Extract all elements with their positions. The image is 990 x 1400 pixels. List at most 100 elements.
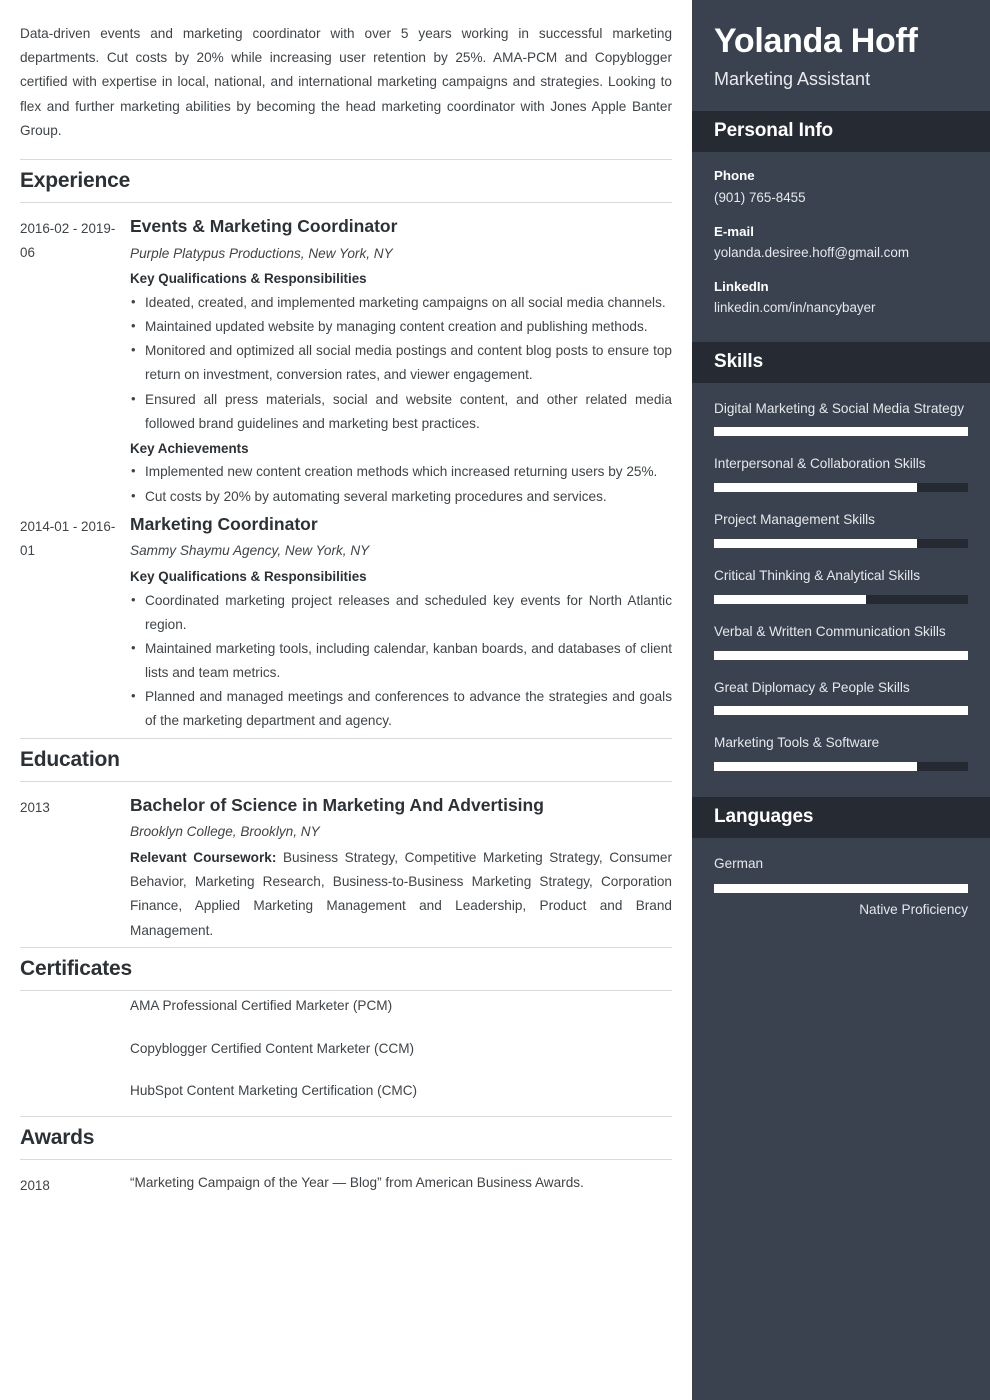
education-entry-date: 2013 (20, 799, 50, 815)
language-bar-fill (714, 883, 968, 893)
skill-bar-fill (714, 762, 918, 772)
qualifications-list: Coordinated marketing project releases a… (130, 588, 672, 734)
experience-entry-date: 2014-01 - 2016-01 (20, 518, 116, 559)
school-name: Brooklyn College, Brooklyn, NY (130, 824, 320, 840)
sidebar-section-header-skills: Skills (692, 341, 990, 383)
sidebar: Yolanda Hoff Marketing Assistant Persona… (692, 0, 990, 1400)
qualifications-heading: Key Qualifications & Responsibilities (130, 271, 367, 287)
contact-label: LinkedIn (714, 278, 769, 294)
list-item: HubSpot Content Marketing Certification … (20, 1080, 672, 1102)
award-text: “Marketing Campaign of the Year — Blog” … (130, 1175, 584, 1191)
skill-bar-fill (714, 427, 968, 437)
sidebar-hero: Yolanda Hoff Marketing Assistant (692, 0, 990, 111)
sidebar-title-personal-info: Personal Info (714, 120, 834, 142)
contact-value[interactable]: (901) 765-8455 (714, 187, 968, 208)
skill-label: Project Management Skills (714, 512, 875, 528)
date-spacer (20, 1038, 130, 1060)
skill-bar-fill (714, 483, 918, 493)
contact-label: Phone (714, 168, 755, 184)
language-item: German Native Proficiency (714, 852, 968, 917)
coursework-label: Relevant Coursework: (130, 850, 277, 866)
qualifications-heading: Key Qualifications & Responsibilities (130, 569, 367, 585)
job-title: Events & Marketing Coordinator (130, 215, 398, 236)
contact-value[interactable]: yolanda.desiree.hoff@gmail.com (714, 242, 968, 263)
contact-label: E-mail (714, 223, 754, 239)
experience-entry-content: Events & Marketing Coordinator Purple Pl… (130, 215, 672, 509)
date-spacer (20, 1080, 130, 1102)
relevant-coursework: Relevant Coursework: Business Strategy, … (130, 846, 672, 943)
education-section-body: 2013 Bachelor of Science in Marketing An… (20, 782, 672, 943)
list-item: Monitored and optimized all social media… (130, 338, 672, 387)
sidebar-section-header-personal-info: Personal Info (692, 111, 990, 153)
list-item: Ensured all press materials, social and … (130, 387, 672, 436)
skill-item: Critical Thinking & Analytical Skills (714, 564, 968, 604)
skill-bar-track (714, 483, 968, 493)
skill-item: Digital Marketing & Social Media Strateg… (714, 397, 968, 437)
language-label: German (714, 856, 764, 872)
achievements-list: Implemented new content creation methods… (130, 459, 672, 509)
experience-section-header: Experience (20, 158, 672, 203)
experience-entry: 2016-02 - 2019-06 Events & Marketing Coo… (20, 215, 672, 509)
education-entry: 2013 Bachelor of Science in Marketing An… (20, 794, 672, 943)
list-item: Maintained marketing tools, including ca… (130, 636, 672, 685)
skill-bar-track (714, 594, 968, 604)
skill-bar-fill (714, 650, 968, 660)
skill-label: Digital Marketing & Social Media Strateg… (714, 400, 965, 416)
education-section-header: Education (20, 737, 672, 782)
section-title-experience: Experience (20, 168, 131, 192)
sidebar-title-skills: Skills (714, 350, 764, 372)
award-date: 2018 (20, 1178, 50, 1194)
job-title: Marketing Coordinator (130, 513, 318, 534)
list-item: Implemented new content creation methods… (130, 459, 672, 484)
section-title-education: Education (20, 747, 120, 771)
job-organization: Purple Platypus Productions, New York, N… (130, 245, 393, 261)
skill-bar-track (714, 427, 968, 437)
skill-bar-track (714, 762, 968, 772)
list-item: Planned and managed meetings and confere… (130, 684, 672, 733)
main-column: Data-driven events and marketing coordin… (0, 0, 692, 1400)
certificate-name: AMA Professional Certified Marketer (PCM… (130, 997, 393, 1013)
skill-label: Verbal & Written Communication Skills (714, 623, 946, 639)
experience-section-body: 2016-02 - 2019-06 Events & Marketing Coo… (20, 203, 672, 734)
contact-item-phone: Phone (901) 765-8455 (714, 166, 968, 208)
candidate-role: Marketing Assistant (714, 69, 871, 90)
contact-value[interactable]: linkedin.com/in/nancybayer (714, 297, 968, 318)
list-item: Cut costs by 20% by automating several m… (130, 484, 672, 509)
sidebar-section-header-languages: Languages (692, 797, 990, 839)
skill-item: Verbal & Written Communication Skills (714, 620, 968, 660)
resume-page: Data-driven events and marketing coordin… (0, 0, 990, 1400)
skill-bar-track (714, 650, 968, 660)
experience-entry-date: 2016-02 - 2019-06 (20, 220, 116, 261)
skill-bar-track (714, 538, 968, 548)
skill-label: Critical Thinking & Analytical Skills (714, 567, 920, 583)
contact-item-linkedin: LinkedIn linkedin.com/in/nancybayer (714, 277, 968, 319)
skill-bar-fill (714, 538, 918, 548)
sidebar-skills-body: Digital Marketing & Social Media Strateg… (692, 383, 990, 797)
experience-entry: 2014-01 - 2016-01 Marketing Coordinator … (20, 513, 672, 734)
certificates-section-header: Certificates (20, 946, 672, 991)
skill-bar-fill (714, 594, 867, 604)
skill-label: Interpersonal & Collaboration Skills (714, 456, 926, 472)
skill-label: Marketing Tools & Software (714, 735, 880, 751)
list-item: Copyblogger Certified Content Marketer (… (20, 1038, 672, 1060)
language-bar-track (714, 883, 968, 893)
skill-item: Project Management Skills (714, 508, 968, 548)
job-organization: Sammy Shaymu Agency, New York, NY (130, 543, 370, 559)
education-entry-content: Bachelor of Science in Marketing And Adv… (130, 794, 672, 943)
qualifications-list: Ideated, created, and implemented market… (130, 290, 672, 436)
awards-section-body: 2018 “Marketing Campaign of the Year — B… (20, 1160, 672, 1198)
language-proficiency: Native Proficiency (859, 901, 968, 917)
list-item: AMA Professional Certified Marketer (PCM… (20, 995, 672, 1017)
awards-section-header: Awards (20, 1116, 672, 1161)
sidebar-title-languages: Languages (714, 806, 814, 828)
achievements-heading: Key Achievements (130, 440, 249, 456)
certificates-section-body: AMA Professional Certified Marketer (PCM… (20, 991, 672, 1102)
candidate-name: Yolanda Hoff (714, 22, 918, 60)
list-item: Coordinated marketing project releases a… (130, 588, 672, 637)
skill-item: Great Diplomacy & People Skills (714, 676, 968, 716)
list-item: Maintained updated website by managing c… (130, 314, 672, 339)
skill-item: Marketing Tools & Software (714, 731, 968, 772)
sidebar-languages-body: German Native Proficiency (692, 838, 990, 931)
certificate-name: Copyblogger Certified Content Marketer (… (130, 1040, 415, 1056)
skill-bar-fill (714, 706, 968, 716)
